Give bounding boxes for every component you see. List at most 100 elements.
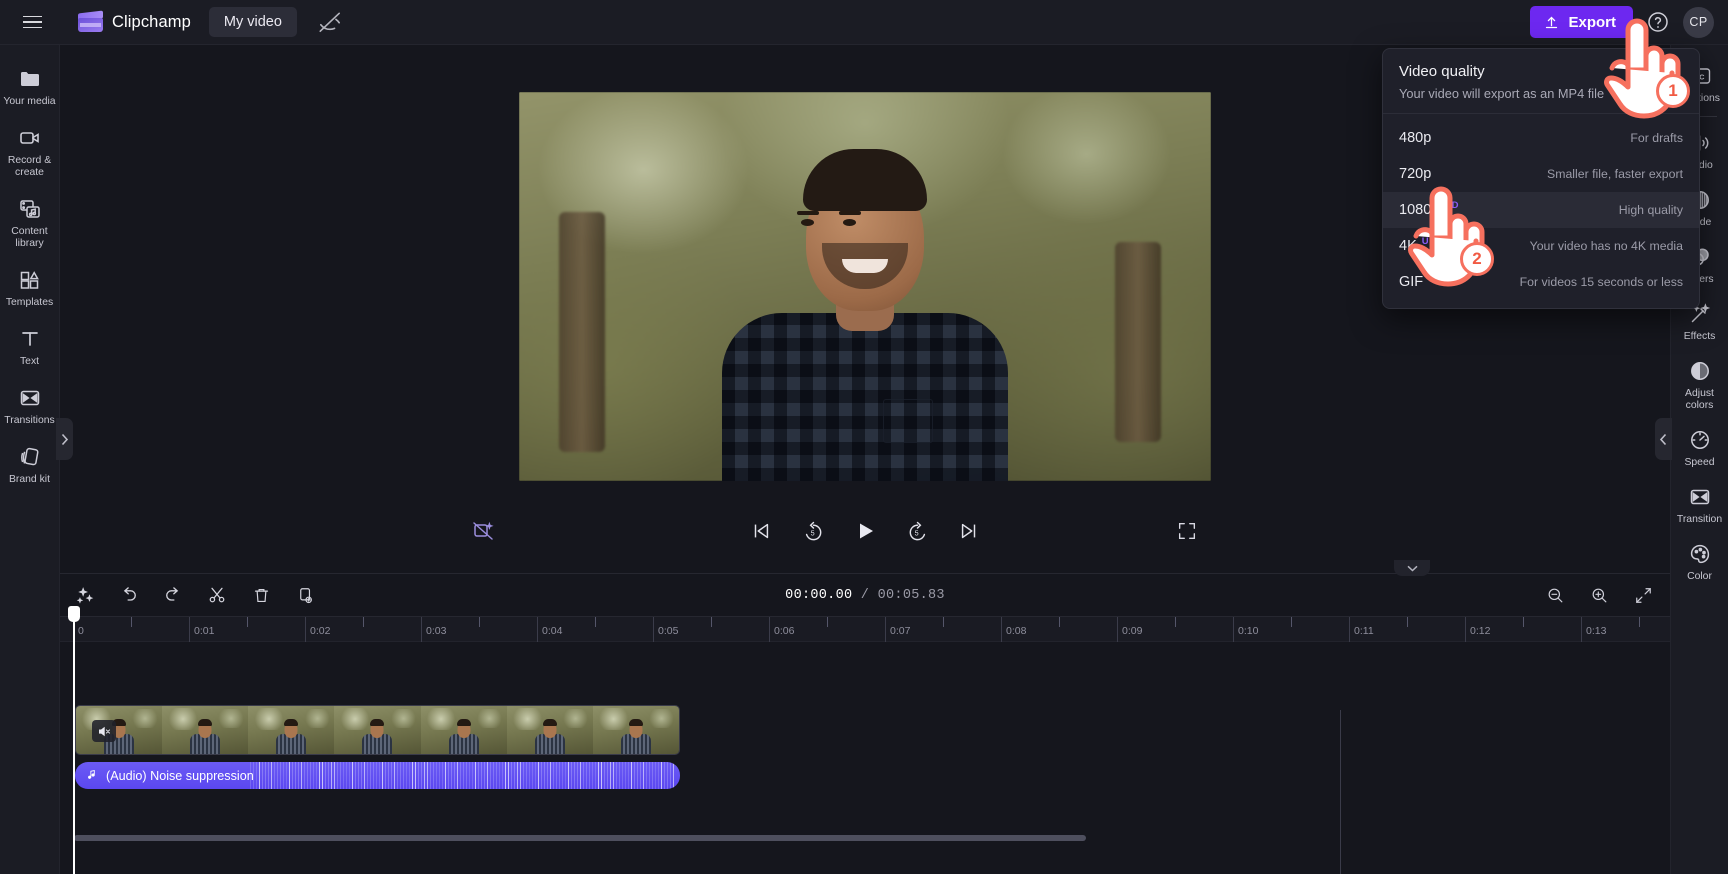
timeline-toolbar: 00:00.00 / 00:05.83 — [60, 574, 1670, 616]
clip-thumbnail — [592, 706, 679, 754]
hamburger-menu-icon[interactable] — [10, 0, 54, 45]
ruler-label: 0 — [78, 625, 84, 637]
chevron-left-icon — [1659, 433, 1667, 445]
ruler-tick-minor — [943, 617, 944, 627]
audio-clip[interactable]: (Audio) Noise suppression — [75, 762, 680, 789]
ruler-label: 0:12 — [1470, 625, 1491, 637]
export-option-label: 480p — [1399, 130, 1431, 146]
ruler-label: 0:11 — [1354, 625, 1374, 637]
ruler-label: 0:05 — [658, 625, 679, 637]
export-option-label: 720p — [1399, 166, 1431, 182]
ruler-tick-major — [1233, 617, 1234, 643]
sidebar-label: Brand kit — [8, 474, 50, 485]
color-palette-icon — [1688, 542, 1712, 566]
sidebar-label: Color — [1687, 571, 1712, 582]
sidebar-item-transition[interactable]: Transition — [1671, 476, 1728, 533]
export-option-resolution: 1080p — [1399, 202, 1440, 218]
export-option-gif[interactable]: GIF For videos 15 seconds or less — [1383, 264, 1699, 300]
ruler-tick-minor — [827, 617, 828, 627]
ruler-tick-major — [1581, 617, 1582, 643]
timeline-tracks: (Audio) Noise suppression — [60, 642, 1670, 874]
export-option-badge: UHD — [1421, 236, 1444, 247]
export-button[interactable]: Export — [1530, 6, 1633, 38]
left-sidebar-toggle[interactable] — [56, 418, 73, 460]
sidebar-label: Text — [19, 356, 40, 367]
clip-thumbnail — [506, 706, 593, 754]
fit-to-screen-icon[interactable] — [1632, 584, 1654, 606]
ruler-tick-minor — [1523, 617, 1524, 627]
duplicate-icon[interactable] — [294, 584, 316, 606]
timeline-horizontal-scrollbar[interactable] — [74, 835, 1086, 841]
sidebar-item-record-create[interactable]: Record & create — [0, 116, 60, 187]
delete-trash-icon[interactable] — [250, 584, 272, 606]
fullscreen-icon[interactable] — [1174, 518, 1200, 544]
video-clip[interactable] — [75, 705, 680, 755]
sidebar-item-color[interactable]: Color — [1671, 533, 1728, 590]
ruler-tick-minor — [247, 617, 248, 627]
skip-to-start-icon[interactable] — [748, 518, 774, 544]
ruler-tick-minor — [363, 617, 364, 627]
svg-text:5: 5 — [914, 529, 918, 537]
speedometer-icon — [1688, 428, 1712, 452]
playhead-handle[interactable] — [68, 606, 80, 622]
undo-icon[interactable] — [118, 584, 140, 606]
person-subject — [715, 149, 1015, 481]
eye-off-icon[interactable] — [317, 9, 343, 35]
sidebar-item-text[interactable]: Text — [0, 317, 60, 376]
sidebar-item-content-library[interactable]: Content library — [0, 187, 60, 258]
speaker-muted-icon[interactable] — [92, 720, 116, 742]
sidebar-item-speed[interactable]: Speed — [1671, 419, 1728, 476]
sidebar-label: Templates — [5, 297, 54, 308]
help-circle-icon[interactable] — [1646, 10, 1670, 34]
redo-icon[interactable] — [162, 584, 184, 606]
rewind-5-seconds-icon[interactable]: 5 — [800, 518, 826, 544]
zoom-in-icon[interactable] — [1588, 584, 1610, 606]
export-menu-subtitle: Your video will export as an MP4 file — [1399, 86, 1605, 101]
ruler-tick-minor — [1175, 617, 1176, 627]
export-option-4k[interactable]: 4K UHD Your video has no 4K media — [1383, 228, 1699, 264]
export-option-note: Your video has no 4K media — [1529, 239, 1683, 253]
export-option-480p[interactable]: 480p For drafts — [1383, 120, 1699, 156]
ruler-tick-major — [1349, 617, 1350, 643]
export-option-1080p[interactable]: 1080p HD High quality — [1383, 192, 1699, 228]
sidebar-item-brand-kit[interactable]: Brand kit — [0, 435, 60, 494]
sidebar-item-transitions[interactable]: Transitions — [0, 376, 60, 435]
timeline-ruler[interactable]: 0 0:01 0:02 0:03 0:04 0:05 0:06 0:07 0:08 0:09 0:1… — [60, 616, 1670, 643]
clipchamp-editor: Clipchamp My video Export CP Your media … — [0, 0, 1728, 874]
forward-5-seconds-icon[interactable]: 5 — [904, 518, 930, 544]
clip-thumbnail — [76, 706, 163, 754]
export-option-resolution: GIF — [1399, 274, 1424, 290]
export-option-note: For drafts — [1630, 131, 1683, 145]
sidebar-item-your-media[interactable]: Your media — [0, 57, 60, 116]
export-menu-header: Video quality Your video will export as … — [1383, 49, 1699, 114]
playhead[interactable] — [68, 606, 80, 874]
clipchamp-logo-icon — [78, 10, 103, 34]
sidebar-label: Adjust colors — [1685, 388, 1714, 411]
auto-compose-disabled-icon[interactable] — [470, 518, 496, 544]
right-sidebar-toggle[interactable] — [1655, 418, 1672, 460]
upload-arrow-icon — [1546, 16, 1558, 28]
project-name-field[interactable]: My video — [208, 7, 297, 37]
zoom-out-icon[interactable] — [1544, 584, 1566, 606]
ruler-label: 0:13 — [1586, 625, 1607, 637]
play-icon[interactable] — [852, 518, 878, 544]
ruler-tick-major — [421, 617, 422, 643]
ruler-tick-minor — [595, 617, 596, 627]
sidebar-item-adjust-colors[interactable]: Adjust colors — [1671, 350, 1728, 419]
skip-to-end-icon[interactable] — [956, 518, 982, 544]
ruler-label: 0:10 — [1238, 625, 1259, 637]
export-option-720p[interactable]: 720p Smaller file, faster export — [1383, 156, 1699, 192]
ruler-tick-major — [1001, 617, 1002, 643]
split-scissors-icon[interactable] — [206, 584, 228, 606]
sidebar-item-templates[interactable]: Templates — [0, 258, 60, 317]
magic-sparkle-icon[interactable] — [74, 584, 96, 606]
export-option-resolution: 720p — [1399, 166, 1432, 182]
video-preview-canvas[interactable] — [519, 92, 1211, 481]
ruler-label: 0:09 — [1122, 625, 1143, 637]
export-option-resolution: 480p — [1399, 130, 1432, 146]
clip-thumbnail — [162, 706, 249, 754]
ruler-tick-major — [305, 617, 306, 643]
ruler-tick-minor — [1059, 617, 1060, 627]
ruler-label: 0:06 — [774, 625, 795, 637]
avatar[interactable]: CP — [1683, 6, 1714, 38]
